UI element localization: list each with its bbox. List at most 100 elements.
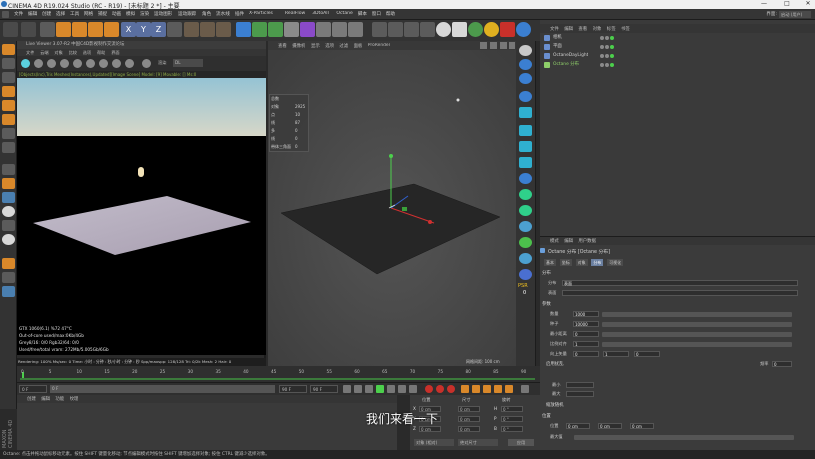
octane-live-viewer-icon[interactable]: [516, 22, 531, 37]
menu-item[interactable]: 窗口: [372, 11, 381, 17]
render-dot-icon[interactable]: [605, 45, 609, 49]
snap-icon[interactable]: [2, 164, 15, 175]
points-mode-icon[interactable]: [2, 86, 15, 97]
menu-item[interactable]: 对象: [593, 26, 602, 32]
y-axis-tip[interactable]: [389, 154, 393, 158]
menu-item[interactable]: 查看: [278, 43, 287, 49]
end-frame-field-2[interactable]: 90 F: [310, 385, 338, 393]
object-row[interactable]: OctaneDayLight: [544, 52, 804, 60]
prev-frame-icon[interactable]: [365, 385, 373, 393]
menu-item[interactable]: 用户数据: [578, 238, 596, 244]
stop-render-icon[interactable]: [60, 59, 69, 68]
send-scene-icon[interactable]: [21, 59, 30, 68]
render-dot-icon[interactable]: [605, 36, 609, 40]
menu-item[interactable]: 查看: [578, 26, 587, 32]
array-icon[interactable]: [284, 22, 299, 37]
menu-item[interactable]: 选项: [325, 43, 334, 49]
prev-key-icon[interactable]: [354, 385, 362, 393]
menu-item[interactable]: 功能: [55, 396, 64, 402]
octane-7-icon[interactable]: [519, 141, 532, 152]
key-param-icon[interactable]: [494, 385, 502, 393]
region-render-icon[interactable]: [86, 59, 95, 68]
menu-item[interactable]: 选择: [56, 11, 65, 17]
pick-material-icon[interactable]: [112, 59, 121, 68]
octane-8-icon[interactable]: [519, 157, 532, 168]
render-settings-icon[interactable]: [216, 22, 231, 37]
menu-item[interactable]: 运动跟踪: [178, 11, 196, 17]
menu-item[interactable]: 模式: [550, 238, 559, 244]
param-slider[interactable]: [602, 332, 792, 337]
menu-item[interactable]: 过滤: [339, 43, 348, 49]
enable-check-icon[interactable]: [610, 63, 614, 67]
menu-item[interactable]: 脚本: [358, 11, 367, 17]
edges-mode-icon[interactable]: [2, 100, 15, 111]
goto-start-icon[interactable]: [343, 385, 351, 393]
autokey-icon[interactable]: [436, 385, 444, 393]
object-row[interactable]: 相机: [544, 34, 804, 42]
coord-rotation-field[interactable]: 0 °: [501, 426, 523, 432]
timeline[interactable]: 0 5 10 15 20 25 30 35 40 45 50 55 60 65 70 75 80 85 90: [17, 366, 540, 382]
object-name[interactable]: OctaneDayLight: [553, 52, 588, 60]
menu-item[interactable]: 创建: [27, 396, 36, 402]
visibility-dot-icon[interactable]: [600, 63, 604, 67]
coord-size-field[interactable]: 0 cm: [458, 406, 480, 412]
uv-icon[interactable]: [2, 272, 15, 283]
pick-object-icon[interactable]: [125, 59, 134, 68]
octane-sphere-icon[interactable]: [436, 22, 451, 37]
param-slider[interactable]: [602, 312, 792, 317]
close-button[interactable]: ✕: [801, 0, 815, 7]
perspective-viewport[interactable]: 查看摄像机显示选项过滤面板ProRender 透视视图 总数对象2925点10线…: [268, 41, 516, 366]
menu-item[interactable]: 3DtoAll: [312, 11, 329, 16]
visibility-dot-icon[interactable]: [600, 36, 604, 40]
menu-item[interactable]: 编辑: [564, 26, 573, 32]
distribution-row-field[interactable]: 表面: [562, 280, 798, 286]
render-dot-icon[interactable]: [605, 54, 609, 58]
param-field[interactable]: 0: [573, 351, 599, 357]
attr-tab[interactable]: 可视化: [607, 259, 624, 266]
render-picture-viewer-icon[interactable]: [200, 22, 215, 37]
octane-14-icon[interactable]: [519, 253, 532, 264]
octane-daylight-icon[interactable]: [484, 22, 499, 37]
frame-range-slider[interactable]: 0 F: [50, 385, 275, 393]
undo-icon[interactable]: [3, 22, 18, 37]
lock-resolution-icon[interactable]: [73, 59, 82, 68]
position-max-slider[interactable]: [574, 435, 794, 440]
octane-tool-2-icon[interactable]: [388, 22, 403, 37]
octane-render-icon[interactable]: [500, 22, 515, 37]
object-row[interactable]: Octane 分布: [544, 61, 804, 69]
coord-size-field[interactable]: 0 cm: [458, 426, 480, 432]
layout-select[interactable]: 启动 (用户): [779, 11, 811, 18]
maximize-button[interactable]: □: [780, 0, 794, 7]
param-field[interactable]: 1000: [573, 311, 599, 317]
move-icon[interactable]: [56, 22, 71, 37]
menu-item[interactable]: 编辑: [564, 238, 573, 244]
menu-item[interactable]: 动画: [112, 11, 121, 17]
coord-mode-select[interactable]: 对象 (相对): [414, 439, 454, 446]
section-scale[interactable]: 缩放随机: [546, 402, 806, 408]
scale-icon[interactable]: [72, 22, 87, 37]
pause-render-icon[interactable]: [47, 59, 56, 68]
object-name[interactable]: 平面: [553, 43, 562, 51]
param-field[interactable]: 0: [573, 331, 599, 337]
xz-plane-handle[interactable]: [402, 207, 407, 211]
rotate-icon[interactable]: [88, 22, 103, 37]
octane-2-icon[interactable]: [519, 59, 532, 70]
menu-item[interactable]: 渲染: [140, 11, 149, 17]
sculpt-icon[interactable]: [2, 234, 15, 245]
octane-tool-3-icon[interactable]: [404, 22, 419, 37]
clay-mode-icon[interactable]: [142, 59, 151, 68]
viewport-zoom-icon[interactable]: [500, 42, 507, 49]
visibility-dot-icon[interactable]: [600, 54, 604, 58]
octane-11-icon[interactable]: [519, 205, 532, 216]
position-y-field[interactable]: 0 cm: [598, 423, 622, 429]
recent-tool-icon[interactable]: [104, 22, 119, 37]
record-icon[interactable]: [425, 385, 433, 393]
deformer-icon[interactable]: [300, 22, 315, 37]
key-scale-icon[interactable]: [472, 385, 480, 393]
max-field[interactable]: [566, 391, 594, 397]
param-field[interactable]: 10000: [573, 321, 599, 327]
select-arrow-icon[interactable]: [40, 22, 55, 37]
size-mode-select[interactable]: 绝对尺寸: [458, 439, 498, 446]
octane-texture-icon[interactable]: [468, 22, 483, 37]
octane-tool-1-icon[interactable]: [372, 22, 387, 37]
